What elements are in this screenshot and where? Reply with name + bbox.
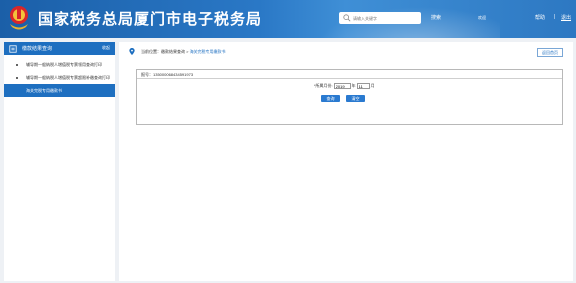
sidebar-title: 缴款结果查询 [22, 46, 53, 52]
month-input[interactable] [356, 83, 370, 89]
sidebar-item-special-invoice-query[interactable]: 辅导期一般纳税人增值税专票领用查询打印 [4, 58, 115, 71]
search-input[interactable] [353, 13, 419, 23]
sidebar: 缴款结果查询 收起 辅导期一般纳税人增值税专票领用查询打印 辅导期一般纳税人增值… [4, 42, 115, 281]
welcome-label: 欢迎 [478, 15, 486, 20]
main-content: 当前位置： 缴款结果查询 > 海关完税专用缴款书 返回首页 报号：1350000… [119, 42, 573, 281]
user-name [486, 13, 528, 22]
bullet-icon [16, 77, 18, 79]
year-input[interactable] [333, 83, 351, 89]
period-label: *所属月份: [314, 83, 333, 88]
top-banner: 国家税务总局厦门市电子税务局 搜索 欢迎 帮助 | 退出 [0, 0, 576, 38]
collapse-button[interactable]: 收起 [102, 45, 110, 51]
sidebar-item-label: 辅导期一般纳税人增值税专票超限补缴查询打印 [26, 75, 110, 80]
sidebar-header: 缴款结果查询 收起 [4, 42, 115, 55]
doc-number: 报号：135000068434591973 [137, 70, 562, 79]
breadcrumb: 当前位置： 缴款结果查询 > 海关完税专用缴款书 [129, 48, 226, 55]
query-panel: 报号：135000068434591973 *所属月份: 年 月 查询 清空 [136, 69, 563, 125]
help-link[interactable]: 帮助 [535, 14, 545, 21]
location-pin-icon [129, 48, 135, 55]
header-separator: | [554, 14, 556, 20]
document-icon [9, 44, 17, 53]
sidebar-item-label: 海关完税专用缴款书 [26, 88, 62, 93]
logout-link[interactable]: 退出 [561, 14, 571, 21]
sidebar-item-over-limit-query[interactable]: 辅导期一般纳税人增值税专票超限补缴查询打印 [4, 71, 115, 84]
bullet-icon [16, 64, 18, 66]
breadcrumb-current: 海关完税专用缴款书 [189, 48, 226, 54]
month-unit: 月 [370, 83, 375, 88]
site-title: 国家税务总局厦门市电子税务局 [38, 11, 263, 28]
search-box[interactable] [339, 12, 421, 24]
back-home-button[interactable]: 返回首页 [537, 48, 563, 57]
breadcrumb-parent[interactable]: 缴款结果查询 [161, 49, 185, 55]
search-icon [343, 14, 351, 22]
sidebar-item-customs-tax-receipt[interactable]: 海关完税专用缴款书 [4, 84, 115, 97]
year-unit: 年 [351, 83, 356, 88]
period-row: *所属月份: 年 月 [314, 83, 375, 89]
breadcrumb-prefix: 当前位置： [141, 48, 161, 54]
search-button[interactable]: 搜索 [424, 12, 448, 24]
tax-emblem-icon [10, 6, 28, 30]
sidebar-item-label: 辅导期一般纳税人增值税专票领用查询打印 [26, 62, 102, 67]
query-button[interactable]: 查询 [321, 95, 340, 102]
clear-button[interactable]: 清空 [346, 95, 365, 102]
